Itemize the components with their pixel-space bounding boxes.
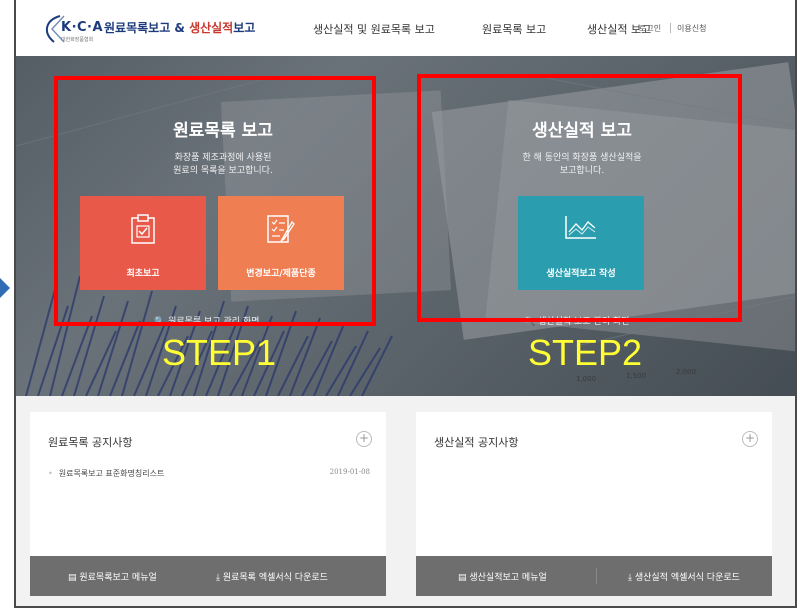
site-header: K·C·A 대한화장품협회 원료목록보고 & 생산실적보고 생산실적 및 원료목… <box>16 0 795 56</box>
production-resources-bar: ▤ 생산실적보고 메뉴얼 ⤓ 생산실적 엑셀서식 다운로드 <box>416 556 772 596</box>
step1-label: STEP1 <box>162 332 277 373</box>
bar-divider <box>596 568 597 584</box>
step2-highlight-box <box>417 74 742 322</box>
notice-item-date: 2019-01-08 <box>329 468 370 476</box>
step1-highlight-box <box>54 76 376 326</box>
production-manual-link[interactable]: ▤ 생산실적보고 메뉴얼 <box>458 570 547 583</box>
more-plus-icon[interactable]: + <box>356 431 372 447</box>
nav-item-combined-report[interactable]: 생산실적 및 원료목록 보고 <box>313 21 435 37</box>
notice-item-title: 원료목록보고 표준화명칭리스트 <box>58 469 165 478</box>
hero-banner: 1,000 1,500 2,000 원료목록 보고 화장품 제조과정에 사용된 … <box>16 56 795 396</box>
site-title-highlight: 생산실적 <box>189 21 234 35</box>
bullet-icon: • <box>48 469 53 478</box>
site-title-part3: 보고 <box>233 21 256 35</box>
production-excel-download-link[interactable]: ⤓ 생산실적 엑셀서식 다운로드 <box>628 570 740 583</box>
production-notice-card: 생산실적 공지사항 + <box>416 412 772 556</box>
ingredient-manual-link[interactable]: ▤ 원료목록보고 메뉴얼 <box>68 570 157 583</box>
production-manual-text: 생산실적보고 메뉴얼 <box>469 573 547 583</box>
nav-item-ingredient-report[interactable]: 원료목록 보고 <box>482 21 546 37</box>
more-plus-icon[interactable]: + <box>742 431 758 447</box>
login-link[interactable]: 로그인 <box>639 23 661 34</box>
step2-label: STEP2 <box>528 332 643 373</box>
notice-title: 원료목록 공지사항 <box>48 436 133 449</box>
side-arrow-icon <box>0 278 10 298</box>
notice-title: 생산실적 공지사항 <box>434 436 519 449</box>
production-excel-download-text: 생산실적 엑셀서식 다운로드 <box>634 573 740 583</box>
ingredient-notice-card: 원료목록 공지사항 + • 원료목록보고 표준화명칭리스트 2019-01-08 <box>30 412 386 556</box>
site-title-part1: 원료목록보고 & <box>104 21 190 35</box>
notice-section: 원료목록 공지사항 + • 원료목록보고 표준화명칭리스트 2019-01-08 … <box>16 396 795 606</box>
util-divider <box>670 23 671 33</box>
list-item[interactable]: • 원료목록보고 표준화명칭리스트 2019-01-08 <box>48 468 370 479</box>
apply-link[interactable]: 이용신청 <box>677 23 706 34</box>
site-title[interactable]: 원료목록보고 & 생산실적보고 <box>104 19 255 36</box>
ingredient-excel-download-text: 원료목록 엑셀서식 다운로드 <box>222 573 328 583</box>
logo-subtext: 대한화장품협회 <box>61 37 94 43</box>
browser-page: K·C·A 대한화장품협회 원료목록보고 & 생산실적보고 생산실적 및 원료목… <box>14 0 797 608</box>
logo-text: K·C·A <box>61 20 104 35</box>
ingredient-manual-text: 원료목록보고 메뉴얼 <box>79 573 157 583</box>
ingredient-resources-bar: ▤ 원료목록보고 메뉴얼 ⤓ 원료목록 엑셀서식 다운로드 <box>30 556 386 596</box>
ingredient-excel-download-link[interactable]: ⤓ 원료목록 엑셀서식 다운로드 <box>216 570 328 583</box>
